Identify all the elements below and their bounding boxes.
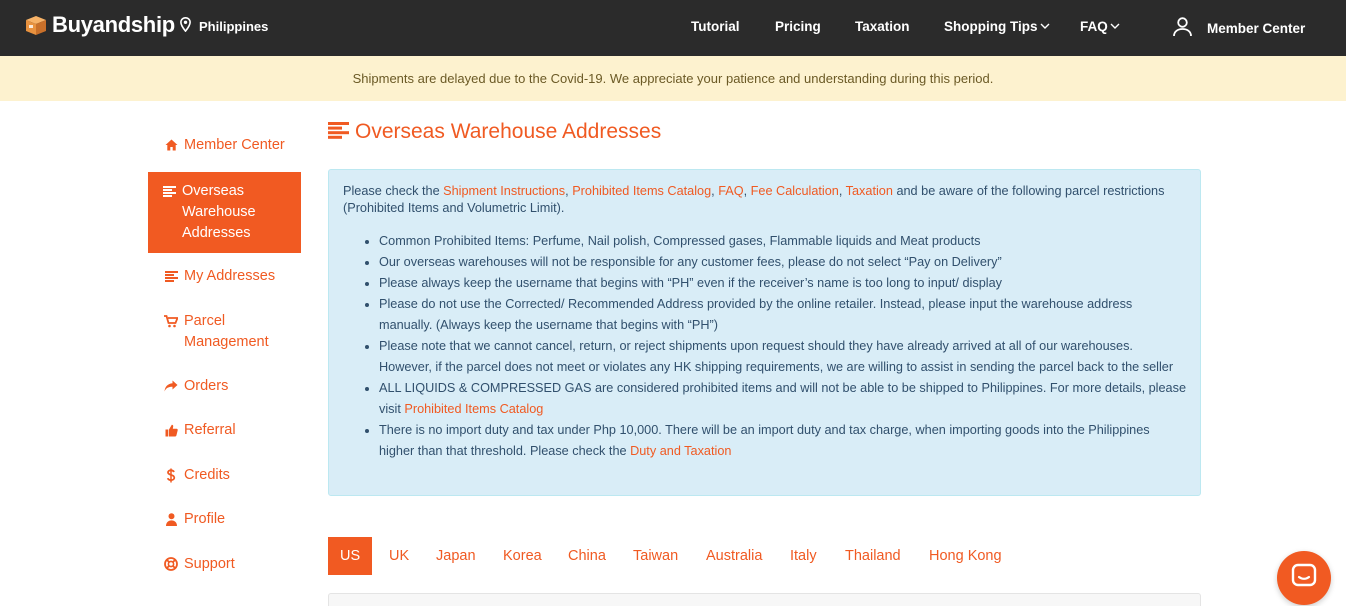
nav-faq[interactable]: FAQ	[1080, 19, 1120, 34]
sidebar-item-overseas-warehouse-addresses[interactable]: Overseas Warehouse Addresses	[148, 172, 301, 253]
box-icon	[24, 14, 48, 36]
restrictions-notice: Please check the Shipment Instructions, …	[328, 169, 1201, 496]
share-arrow-icon	[164, 379, 178, 393]
list-icon	[328, 121, 349, 143]
member-center-label: Member Center	[1207, 21, 1306, 36]
tab-thailand[interactable]: Thailand	[845, 537, 901, 575]
address-panel	[328, 593, 1201, 606]
sidebar-item-label: Overseas Warehouse Addresses	[182, 183, 256, 241]
location-selector[interactable]: Philippines	[180, 16, 269, 36]
sidebar-item-label: My Addresses	[184, 268, 276, 284]
tab-uk[interactable]: UK	[389, 537, 409, 575]
sidebar-item-support[interactable]: Support	[148, 554, 301, 575]
restrictions-list: Common Prohibited Items: Perfume, Nail p…	[343, 231, 1186, 462]
sidebar-item-referral[interactable]: Referral	[148, 420, 301, 441]
list-icon	[164, 269, 178, 283]
sidebar-item-member-center[interactable]: Member Center	[148, 135, 301, 156]
nav-shopping-tips-label: Shopping Tips	[944, 19, 1038, 34]
nav-taxation[interactable]: Taxation	[855, 19, 910, 34]
cart-icon	[164, 314, 178, 328]
member-center-link[interactable]: Member Center	[1172, 16, 1305, 41]
list-item: Please do not use the Corrected/ Recomme…	[379, 294, 1186, 336]
link-faq[interactable]: FAQ	[718, 184, 743, 198]
list-item: Please always keep the username that beg…	[379, 273, 1186, 294]
location-label: Philippines	[199, 19, 269, 34]
link-prohibited-items-catalog[interactable]: Prohibited Items Catalog	[572, 184, 711, 198]
nav-pricing[interactable]: Pricing	[775, 19, 821, 34]
tab-hong-kong[interactable]: Hong Kong	[929, 537, 1002, 575]
sidebar-item-label: Credits	[184, 467, 230, 483]
chat-button[interactable]	[1277, 551, 1331, 605]
link-taxation[interactable]: Taxation	[846, 184, 893, 198]
lifebuoy-icon	[164, 557, 178, 571]
link-duty-and-taxation[interactable]: Duty and Taxation	[630, 444, 731, 458]
separator: ,	[743, 184, 751, 198]
notice-banner: Shipments are delayed due to the Covid-1…	[0, 56, 1346, 101]
page-title: Overseas Warehouse Addresses	[328, 120, 661, 144]
nav-tutorial-label: Tutorial	[691, 19, 740, 34]
nav-pricing-label: Pricing	[775, 19, 821, 34]
list-item: Please note that we cannot cancel, retur…	[379, 336, 1186, 378]
tab-korea[interactable]: Korea	[503, 537, 542, 575]
list-item: Our overseas warehouses will not be resp…	[379, 252, 1186, 273]
page-title-text: Overseas Warehouse Addresses	[355, 120, 662, 143]
sidebar-item-orders[interactable]: Orders	[148, 376, 301, 397]
banner-text: Shipments are delayed due to the Covid-1…	[352, 71, 994, 86]
list-icon	[162, 184, 176, 198]
brand-name: Buyandship	[52, 12, 175, 37]
home-icon	[164, 138, 178, 152]
sidebar-item-profile[interactable]: Profile	[148, 509, 301, 530]
sidebar-item-label: Support	[184, 556, 235, 572]
sidebar-item-label: Parcel Management	[184, 313, 269, 350]
sidebar-item-label: Member Center	[184, 137, 285, 153]
nav-shopping-tips[interactable]: Shopping Tips	[944, 19, 1050, 34]
nav-taxation-label: Taxation	[855, 19, 910, 34]
sidebar-item-my-addresses[interactable]: My Addresses	[148, 266, 301, 287]
list-item: Common Prohibited Items: Perfume, Nail p…	[379, 231, 1186, 252]
tab-us[interactable]: US	[328, 537, 373, 575]
list-item: There is no import duty and tax under Ph…	[379, 420, 1186, 462]
sidebar-item-label: Profile	[184, 511, 226, 527]
sidebar-item-parcel-management[interactable]: Parcel Management	[148, 311, 301, 353]
notice-intro-prefix: Please check the	[343, 184, 444, 198]
link-prohibited-items-catalog[interactable]: Prohibited Items Catalog	[404, 402, 543, 416]
dollar-icon	[164, 468, 178, 482]
tab-australia[interactable]: Australia	[706, 537, 762, 575]
tab-italy[interactable]: Italy	[790, 537, 817, 575]
list-item: ALL LIQUIDS & COMPRESSED GAS are conside…	[379, 378, 1186, 420]
brand-logo[interactable]: Buyandship	[24, 12, 175, 38]
sidebar-item-credits[interactable]: Credits	[148, 465, 301, 486]
separator: ,	[838, 184, 846, 198]
nav-faq-label: FAQ	[1080, 19, 1108, 34]
top-navbar: Buyandship Philippines Tutorial Pricing …	[0, 0, 1346, 56]
nav-tutorial[interactable]: Tutorial	[691, 19, 740, 34]
chat-icon	[1291, 563, 1317, 593]
tab-china[interactable]: China	[568, 537, 606, 575]
user-icon	[164, 512, 178, 526]
list-item-text: There is no import duty and tax under Ph…	[379, 423, 1150, 458]
link-shipment-instructions[interactable]: Shipment Instructions	[443, 184, 565, 198]
map-pin-icon	[180, 16, 191, 36]
sidebar-item-label: Referral	[184, 422, 236, 438]
link-fee-calculation[interactable]: Fee Calculation	[751, 184, 839, 198]
chevron-down-icon	[1040, 23, 1049, 29]
notice-intro: Please check the Shipment Instructions, …	[343, 183, 1186, 217]
tab-japan[interactable]: Japan	[436, 537, 476, 575]
user-icon	[1172, 16, 1193, 41]
thumbs-up-icon	[164, 423, 178, 437]
sidebar-item-label: Orders	[184, 378, 229, 394]
tab-taiwan[interactable]: Taiwan	[633, 537, 678, 575]
chevron-down-icon	[1110, 23, 1120, 29]
